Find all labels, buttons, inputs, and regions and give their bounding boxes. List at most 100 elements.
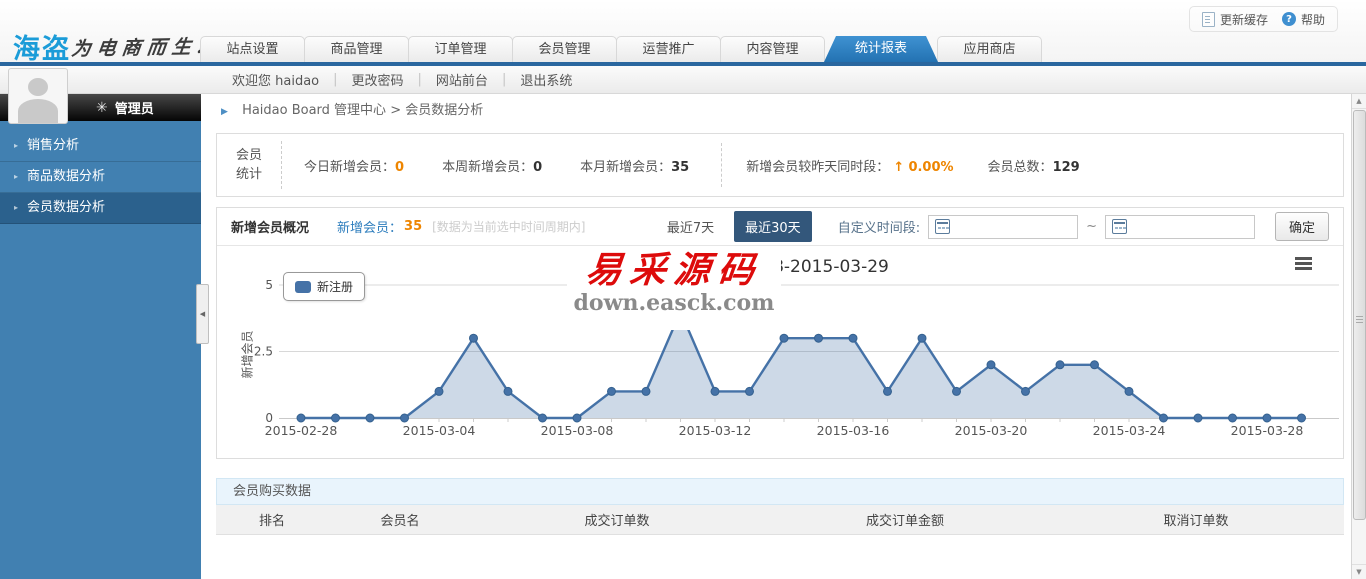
stat-compare-value: 0.00% [908,160,953,175]
gear-icon: ✳ [96,100,108,116]
svg-text:5: 5 [265,278,273,292]
userbar-item[interactable]: 更改密码 [338,70,418,89]
last-7-days-button[interactable]: 最近7天 [667,217,714,236]
stat-total-label: 会员总数： [988,160,1053,175]
confirm-button[interactable]: 确定 [1275,212,1329,241]
chart-area: 02.552015-02-282015-03-042015-03-082015-… [217,246,1345,459]
calendar-icon[interactable] [1112,219,1127,234]
help-button[interactable]: ? 帮助 [1282,11,1325,28]
new-members-label: 新增会员： [337,217,402,236]
update-cache-label: 更新缓存 [1220,11,1268,28]
svg-text:2015-03-20: 2015-03-20 [955,423,1028,438]
purchase-data-header: 会员购买数据 [216,478,1344,505]
column-header-排名: 排名 [216,510,328,529]
stat-week-label: 本周新增会员： [442,160,533,175]
area-chart: 02.552015-02-282015-03-042015-03-082015-… [217,246,1345,459]
userbar-item[interactable]: 网站前台 [422,70,502,89]
new-members-value: 35 [404,219,422,234]
chart-menu-icon[interactable] [1295,257,1312,272]
date-to-input[interactable] [1105,215,1255,239]
stat-week: 本周新增会员：0 [442,156,542,175]
help-icon: ? [1282,12,1296,26]
userbar-item[interactable]: 退出系统 [506,70,586,89]
nav-tab-站点设置[interactable]: 站点设置 [200,36,305,62]
avatar[interactable] [8,68,68,124]
page-icon [1202,12,1215,27]
breadcrumb: ▶ Haidao Board 管理中心 > 会员数据分析 [201,94,1351,127]
purchase-table-header: 排名会员名成交订单数成交订单金额取消订单数 [216,505,1344,535]
stat-total-value: 129 [1053,160,1080,175]
userbar-item: 欢迎您 haidao [218,70,333,89]
range-tilde: ~ [1086,219,1097,234]
admin-app: 海盗 为电商而生! 更新缓存 ? 帮助 站点设置商品管理订单管理会员管理运营推广… [0,0,1366,579]
stat-total: 会员总数：129 [988,156,1080,175]
nav-tab-统计报表[interactable]: 统计报表 [824,36,938,62]
sidebar-item-会员数据分析[interactable]: ▸会员数据分析 [0,193,201,224]
stats-divider [721,143,722,187]
date-from-input[interactable] [928,215,1078,239]
avatar-body [18,99,58,123]
svg-text:2015-03-08: 2015-03-08 [541,423,614,438]
stat-week-value: 0 [533,160,542,175]
column-header-取消订单数: 取消订单数 [1048,510,1344,529]
svg-text:2015-03-12: 2015-03-12 [679,423,752,438]
logo: 海盗 [13,27,71,66]
sidebar-item-商品数据分析[interactable]: ▸商品数据分析 [0,162,201,193]
breadcrumb-arrow-icon: ▶ [221,107,228,117]
bullet-icon: ▸ [14,131,18,161]
logo-slogan: 为电商而生! [70,32,213,61]
legend-label: 新注册 [317,278,353,295]
main-nav-tabs: 站点设置商品管理订单管理会员管理运营推广内容管理统计报表应用商店 [200,36,1041,62]
stat-today-label: 今日新增会员： [304,160,395,175]
nav-tab-订单管理[interactable]: 订单管理 [408,36,513,62]
custom-range-label: 自定义时间段: [838,217,920,236]
scrollbar-grip [1356,316,1363,317]
update-cache-button[interactable]: 更新缓存 [1202,11,1268,28]
help-label: 帮助 [1301,11,1325,28]
chart-controls: 新增会员概况 新增会员： 35 [数据为当前选中时间周期内] 最近7天 最近30… [217,208,1343,246]
stat-today: 今日新增会员：0 [304,156,404,175]
sidebar-collapse-handle[interactable]: ◀ [196,284,209,344]
breadcrumb-text: Haidao Board 管理中心 > 会员数据分析 [242,103,483,118]
top-right-toolbar: 更新缓存 ? 帮助 [1189,6,1338,32]
top-header: 海盗 为电商而生! 更新缓存 ? 帮助 站点设置商品管理订单管理会员管理运营推广… [0,0,1366,62]
nav-tab-运营推广[interactable]: 运营推广 [616,36,721,62]
scroll-up-button[interactable]: ▲ [1352,94,1366,109]
avatar-head [28,78,48,96]
sidebar: ✳ 管理员 ▸销售分析▸商品数据分析▸会员数据分析 [0,94,201,579]
chart-legend[interactable]: 新注册 [283,272,365,301]
member-stats-panel: 会员 统计 今日新增会员：0 本周新增会员：0 本月新增会员：35 新增会员较昨… [216,133,1344,197]
svg-text:2.5: 2.5 [254,345,273,359]
new-members-chart-panel: 新增会员概况 新增会员： 35 [数据为当前选中时间周期内] 最近7天 最近30… [216,207,1344,459]
up-arrow-icon: ↑ [893,160,904,175]
vertical-scrollbar[interactable]: ▲ ▼ [1351,94,1366,579]
bullet-icon: ▸ [14,162,18,192]
bullet-icon: ▸ [14,193,18,223]
stat-today-value: 0 [395,160,404,175]
stats-title-line1: 会员 [236,146,262,166]
nav-tab-内容管理[interactable]: 内容管理 [720,36,825,62]
calendar-icon[interactable] [935,219,950,234]
svg-text:2015-02-28: 2015-02-28 [265,423,338,438]
stat-month-label: 本月新增会员： [580,160,671,175]
nav-tab-商品管理[interactable]: 商品管理 [304,36,409,62]
stats-title: 会员 统计 [217,141,282,189]
stat-month-value: 35 [671,160,689,175]
user-bar: 欢迎您 haidao|更改密码|网站前台|退出系统 [0,66,1366,94]
scroll-down-button[interactable]: ▼ [1352,564,1366,579]
sidebar-item-销售分析[interactable]: ▸销售分析 [0,131,201,162]
svg-text:2015-03-28: 2015-03-28 [1231,423,1304,438]
svg-text:2015-03-04: 2015-03-04 [403,423,476,438]
last-30-days-button[interactable]: 最近30天 [734,211,812,242]
column-header-成交订单金额: 成交订单金额 [762,510,1048,529]
column-header-会员名: 会员名 [328,510,472,529]
y-axis-title: 新增会员 [239,305,256,405]
nav-tab-应用商店[interactable]: 应用商店 [937,36,1042,62]
svg-text:2015-03-24: 2015-03-24 [1093,423,1166,438]
stats-title-line2: 统计 [236,165,262,185]
nav-tab-会员管理[interactable]: 会员管理 [512,36,617,62]
legend-swatch [295,281,311,293]
scrollbar-thumb[interactable] [1353,110,1366,520]
sidebar-menu: ▸销售分析▸商品数据分析▸会员数据分析 [0,131,201,224]
watermark: 易采源码 down.easck.com [567,248,781,330]
